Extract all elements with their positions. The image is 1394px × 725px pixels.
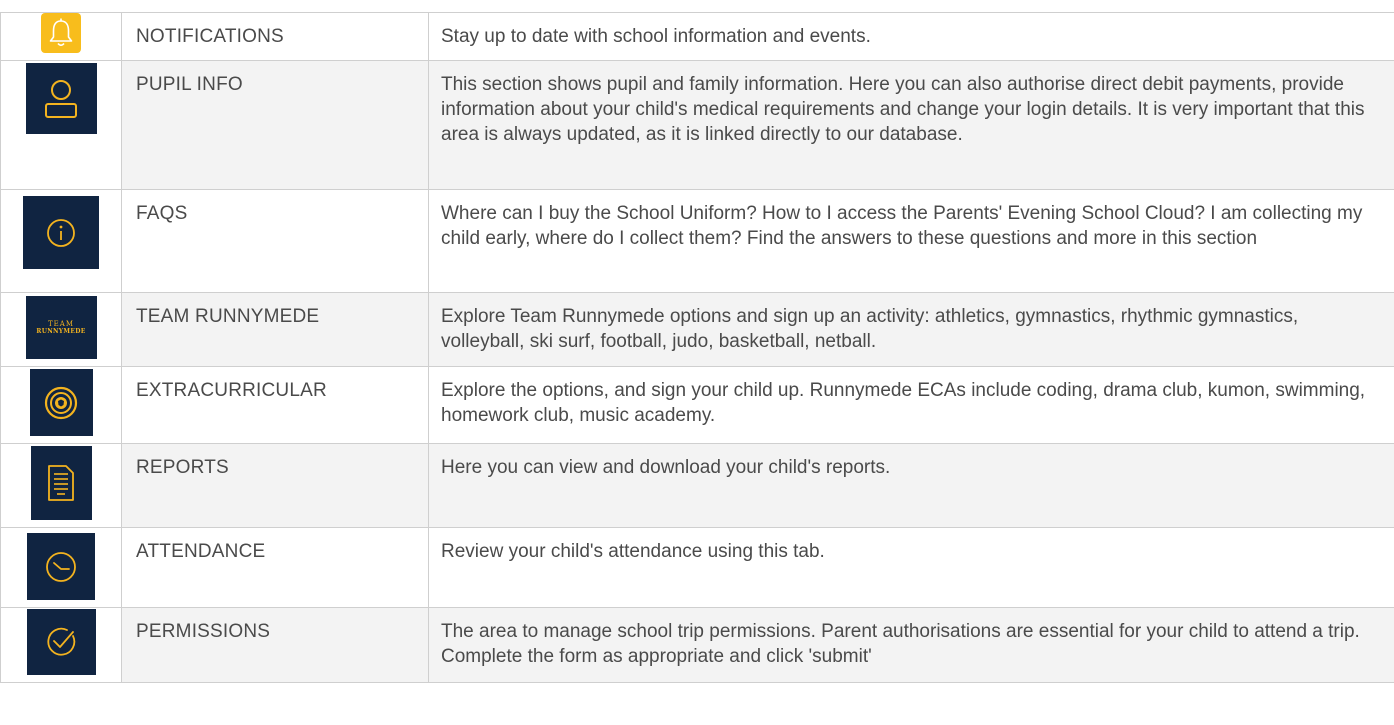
section-name: REPORTS xyxy=(121,443,429,528)
section-description: Explore Team Runnymede options and sign … xyxy=(428,292,1394,367)
user-icon xyxy=(25,63,97,134)
logo-line-team: TEAM xyxy=(47,319,74,328)
icon-cell: TEAM RUNNYMEDE xyxy=(0,292,122,367)
icon-cell xyxy=(0,366,122,444)
info-icon xyxy=(23,196,99,269)
section-description: Where can I buy the School Uniform? How … xyxy=(428,189,1394,293)
table-row: PERMISSIONS The area to manage school tr… xyxy=(0,607,1394,683)
table-row: REPORTS Here you can view and download y… xyxy=(0,443,1394,528)
section-name: EXTRACURRICULAR xyxy=(121,366,429,444)
icon-cell xyxy=(0,607,122,683)
section-name: PERMISSIONS xyxy=(121,607,429,683)
table-row: NOTIFICATIONS Stay up to date with schoo… xyxy=(0,12,1394,61)
section-description: The area to manage school trip permissio… xyxy=(428,607,1394,683)
section-name: PUPIL INFO xyxy=(121,60,429,190)
section-name: TEAM RUNNYMEDE xyxy=(121,292,429,367)
document-icon xyxy=(30,446,92,520)
team-runnymede-logo: TEAM RUNNYMEDE xyxy=(25,296,97,359)
table-row: FAQS Where can I buy the School Uniform?… xyxy=(0,189,1394,293)
section-description: Explore the options, and sign your child… xyxy=(428,366,1394,444)
icon-cell xyxy=(0,60,122,190)
check-circle-icon xyxy=(26,609,96,675)
app-sections-table: NOTIFICATIONS Stay up to date with schoo… xyxy=(0,12,1394,683)
section-description: Here you can view and download your chil… xyxy=(428,443,1394,528)
table-row: EXTRACURRICULAR Explore the options, and… xyxy=(0,366,1394,444)
section-name: ATTENDANCE xyxy=(121,527,429,608)
table-row: ATTENDANCE Review your child's attendanc… xyxy=(0,527,1394,608)
logo-line-runnymede: RUNNYMEDE xyxy=(36,327,86,335)
section-description: Review your child's attendance using thi… xyxy=(428,527,1394,608)
icon-cell xyxy=(0,12,122,61)
icon-cell xyxy=(0,189,122,293)
table-row: PUPIL INFO This section shows pupil and … xyxy=(0,60,1394,190)
table-row: TEAM RUNNYMEDE TEAM RUNNYMEDE Explore Te… xyxy=(0,292,1394,367)
section-description: This section shows pupil and family info… xyxy=(428,60,1394,190)
section-description: Stay up to date with school information … xyxy=(428,12,1394,61)
section-name: NOTIFICATIONS xyxy=(121,12,429,61)
bell-icon xyxy=(41,13,81,53)
section-name: FAQS xyxy=(121,189,429,293)
clock-icon xyxy=(27,533,95,600)
icon-cell xyxy=(0,527,122,608)
icon-cell xyxy=(0,443,122,528)
target-icon xyxy=(29,369,93,436)
